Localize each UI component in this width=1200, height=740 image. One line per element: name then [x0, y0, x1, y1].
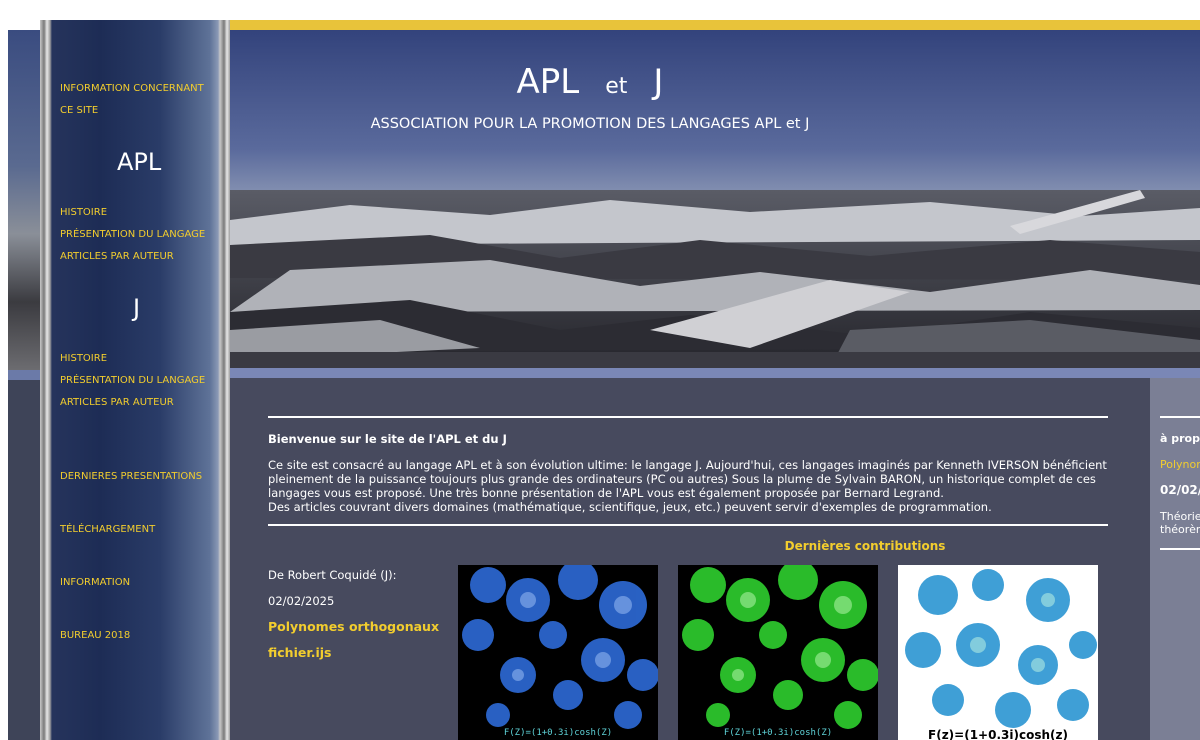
- right-col-heading: à propo: [1160, 432, 1200, 445]
- left-photo-strip-bottom: [8, 370, 40, 380]
- right-divider-bottom: [1160, 548, 1200, 550]
- fractal-caption-2: F(Z)=(1+0.3i)cosh(Z): [723, 728, 833, 738]
- fractal-green-drawing: [682, 565, 878, 729]
- right-col-text-1: Théorie: [1160, 510, 1200, 523]
- sidebar-link-bureau-2018[interactable]: BUREAU 2018: [60, 625, 130, 647]
- sidebar-link-apl-presentation[interactable]: PRÉSENTATION DU LANGAGE: [60, 224, 205, 246]
- welcome-paragraph-2: Des articles couvrant divers domaines (m…: [268, 500, 992, 514]
- welcome-title: Bienvenue sur le site de l'APL et du J: [268, 432, 507, 446]
- right-col-link[interactable]: Polynom: [1160, 458, 1200, 471]
- sidebar-link-dernieres-presentations[interactable]: DERNIERES PRESENTATIONS: [60, 466, 202, 488]
- contributions-title: Dernières contributions: [784, 539, 946, 553]
- contribution-link-polynomes[interactable]: Polynomes orthogonaux: [268, 619, 439, 634]
- contribution-date: 02/02/2025: [268, 594, 335, 608]
- sidebar-link-j-histoire[interactable]: HISTOIRE: [60, 348, 107, 370]
- sidebar: INFORMATION CONCERNANT CE SITE APL HISTO…: [40, 20, 230, 740]
- sidebar-link-telechargement[interactable]: TÉLÉCHARGEMENT: [60, 519, 155, 541]
- sidebar-section-apl: APL: [117, 148, 162, 176]
- sidebar-link-info-site-2[interactable]: CE SITE: [60, 100, 98, 122]
- welcome-text: Ce site est consacré au langage APL et à…: [268, 458, 1108, 514]
- fractal-image-white[interactable]: F(z)=(1+0.3i)cosh(z): [898, 565, 1098, 740]
- sidebar-link-apl-histoire[interactable]: HISTOIRE: [60, 202, 107, 224]
- sidebar-link-info-site-1[interactable]: INFORMATION CONCERNANT: [60, 78, 204, 100]
- site-subtitle: ASSOCIATION POUR LA PROMOTION DES LANGAG…: [370, 116, 810, 132]
- header-bottom-strip: [230, 368, 1200, 378]
- fractal-caption-1: F(Z)=(1+0.3i)cosh(Z): [503, 728, 613, 738]
- fractal-image-blue[interactable]: F(Z)=(1+0.3i)cosh(Z): [458, 565, 658, 740]
- site-title-j: J: [653, 62, 664, 102]
- right-col-date: 02/02/: [1160, 483, 1200, 497]
- sidebar-link-information[interactable]: INFORMATION: [60, 572, 130, 594]
- welcome-paragraph: Ce site est consacré au langage APL et à…: [268, 458, 1107, 500]
- sidebar-section-j: J: [133, 294, 141, 322]
- contribution-link-file[interactable]: fichier.ijs: [268, 645, 331, 660]
- site-title-et: et: [605, 74, 628, 99]
- contribution-author: De Robert Coquidé (J):: [268, 568, 397, 582]
- site-title-apl: APL: [516, 62, 580, 102]
- right-divider-top: [1160, 416, 1200, 418]
- left-photo-strip: [8, 30, 40, 370]
- sidebar-link-j-presentation[interactable]: PRÉSENTATION DU LANGAGE: [60, 370, 205, 392]
- divider-bottom: [268, 524, 1108, 526]
- site-title: APL et J: [230, 62, 950, 102]
- sidebar-link-j-articles[interactable]: ARTICLES PAR AUTEUR: [60, 392, 174, 414]
- sidebar-link-apl-articles[interactable]: ARTICLES PAR AUTEUR: [60, 246, 174, 268]
- fractal-blue-drawing: [462, 565, 658, 729]
- right-col-text-2: théorèm: [1160, 523, 1200, 536]
- left-photo-edge: [8, 30, 40, 740]
- fractal-white-drawing: [905, 569, 1097, 728]
- header-top-bar: [230, 20, 1200, 30]
- divider-top: [268, 416, 1108, 418]
- fractal-caption-3: F(z)=(1+0.3i)cosh(z): [928, 728, 1068, 740]
- fractal-image-green[interactable]: F(Z)=(1+0.3i)cosh(Z): [678, 565, 878, 740]
